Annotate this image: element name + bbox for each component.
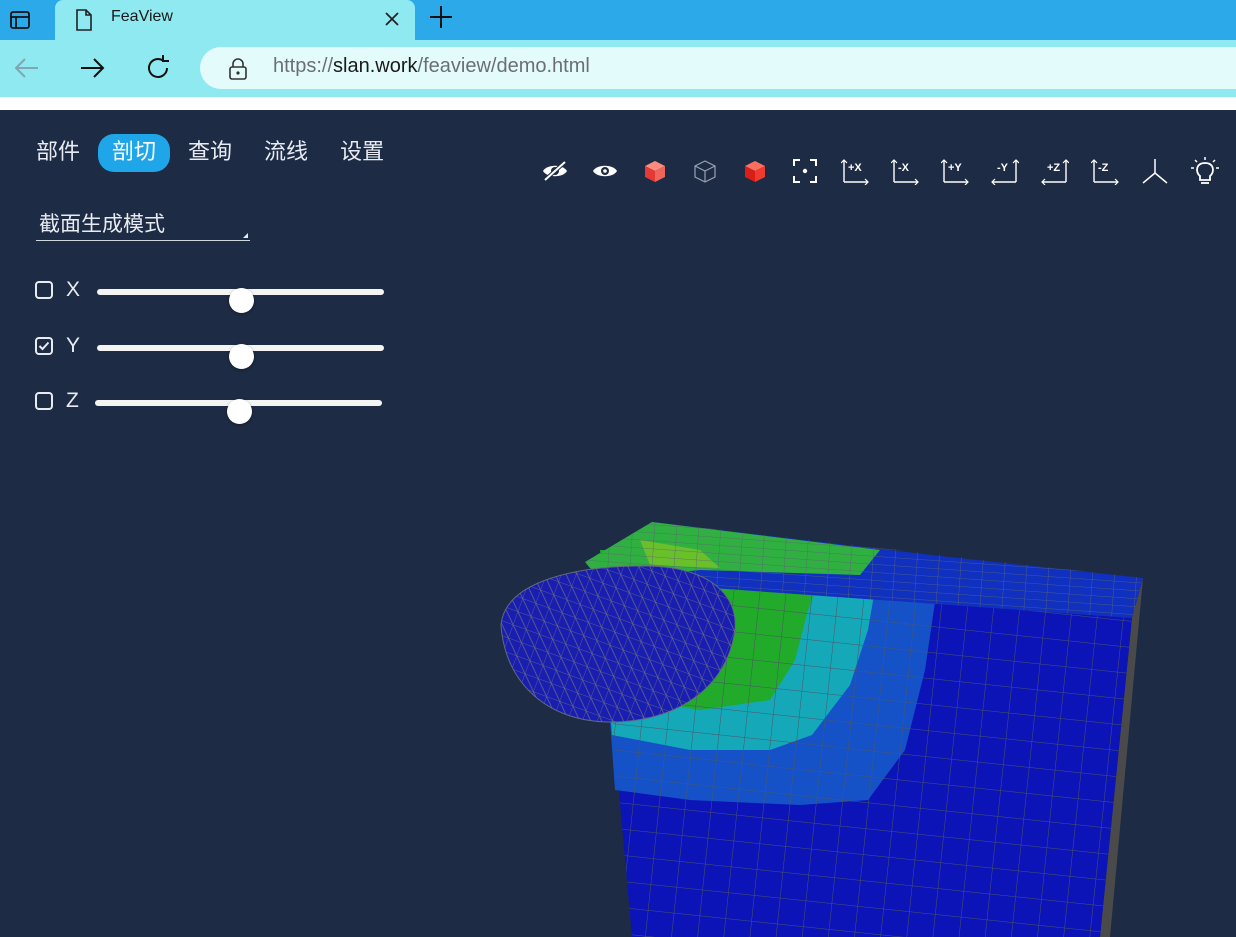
x-slider-thumb[interactable] <box>228 288 254 313</box>
x-label: X <box>66 278 81 301</box>
url-field[interactable]: https://slan.work/feaview/demo.html <box>200 47 1236 89</box>
y-slider-thumb[interactable] <box>228 344 254 369</box>
menu-settings[interactable]: 设置 <box>326 134 398 172</box>
close-tab-icon[interactable] <box>381 8 403 30</box>
browser-tab-bar: FeaView <box>0 0 1236 40</box>
x-checkbox[interactable] <box>35 281 53 299</box>
view-plus-x-icon[interactable]: +X <box>840 156 870 186</box>
view-plus-z-icon[interactable]: +Z <box>1040 156 1070 186</box>
z-checkbox[interactable] <box>35 392 53 410</box>
hide-icon[interactable] <box>540 156 570 186</box>
y-slider[interactable] <box>97 344 384 369</box>
tab-actions-icon[interactable] <box>0 0 40 40</box>
tab-title: FeaView <box>111 8 173 25</box>
isometric-axes-icon[interactable] <box>1140 156 1170 186</box>
checkmark-icon <box>38 341 50 351</box>
section-mode-select[interactable]: 截面生成模式 <box>36 206 250 241</box>
light-bulb-icon[interactable] <box>1190 156 1220 186</box>
z-slider-thumb[interactable] <box>226 399 252 424</box>
menu-section-cut[interactable]: 剖切 <box>98 134 171 172</box>
back-icon[interactable] <box>12 53 42 83</box>
menu-streamline[interactable]: 流线 <box>250 134 322 172</box>
lock-icon[interactable] <box>228 58 248 84</box>
new-tab-icon[interactable] <box>428 4 454 30</box>
view-minus-x-icon[interactable]: -X <box>890 156 920 186</box>
menu-parts[interactable]: 部件 <box>28 134 94 172</box>
forward-icon[interactable] <box>77 53 107 83</box>
dropdown-caret-icon <box>243 233 248 238</box>
view-minus-z-icon[interactable]: -Z <box>1090 156 1120 186</box>
section-mode-value: 截面生成模式 <box>39 212 165 236</box>
solid-cube-icon[interactable] <box>640 156 670 186</box>
reload-icon[interactable] <box>143 53 173 83</box>
shaded-cube-icon[interactable] <box>740 156 770 186</box>
show-icon[interactable] <box>590 156 620 186</box>
y-checkbox[interactable] <box>35 337 53 355</box>
address-bar: https://slan.work/feaview/demo.html <box>0 40 1236 97</box>
menu-query[interactable]: 查询 <box>174 134 246 172</box>
z-label: Z <box>66 389 79 412</box>
fe-mesh-model[interactable] <box>500 522 1143 937</box>
z-slider[interactable] <box>95 399 382 424</box>
fit-view-icon[interactable] <box>790 156 820 186</box>
main-menu: 部件 剖切 查询 流线 设置 <box>28 134 402 172</box>
wireframe-cube-icon[interactable] <box>690 156 720 186</box>
view-minus-y-icon[interactable]: -Y <box>990 156 1020 186</box>
feaview-app: 部件 剖切 查询 流线 设置 截面生成模式 X Y Z +X -X +Y -Y … <box>0 110 1236 937</box>
y-label: Y <box>66 334 81 357</box>
view-plus-y-icon[interactable]: +Y <box>940 156 970 186</box>
x-slider[interactable] <box>97 288 384 313</box>
page-top-strip <box>0 97 1236 110</box>
url-text: https://slan.work/feaview/demo.html <box>273 55 590 77</box>
page-icon <box>75 9 93 35</box>
browser-tab[interactable]: FeaView <box>55 0 415 40</box>
